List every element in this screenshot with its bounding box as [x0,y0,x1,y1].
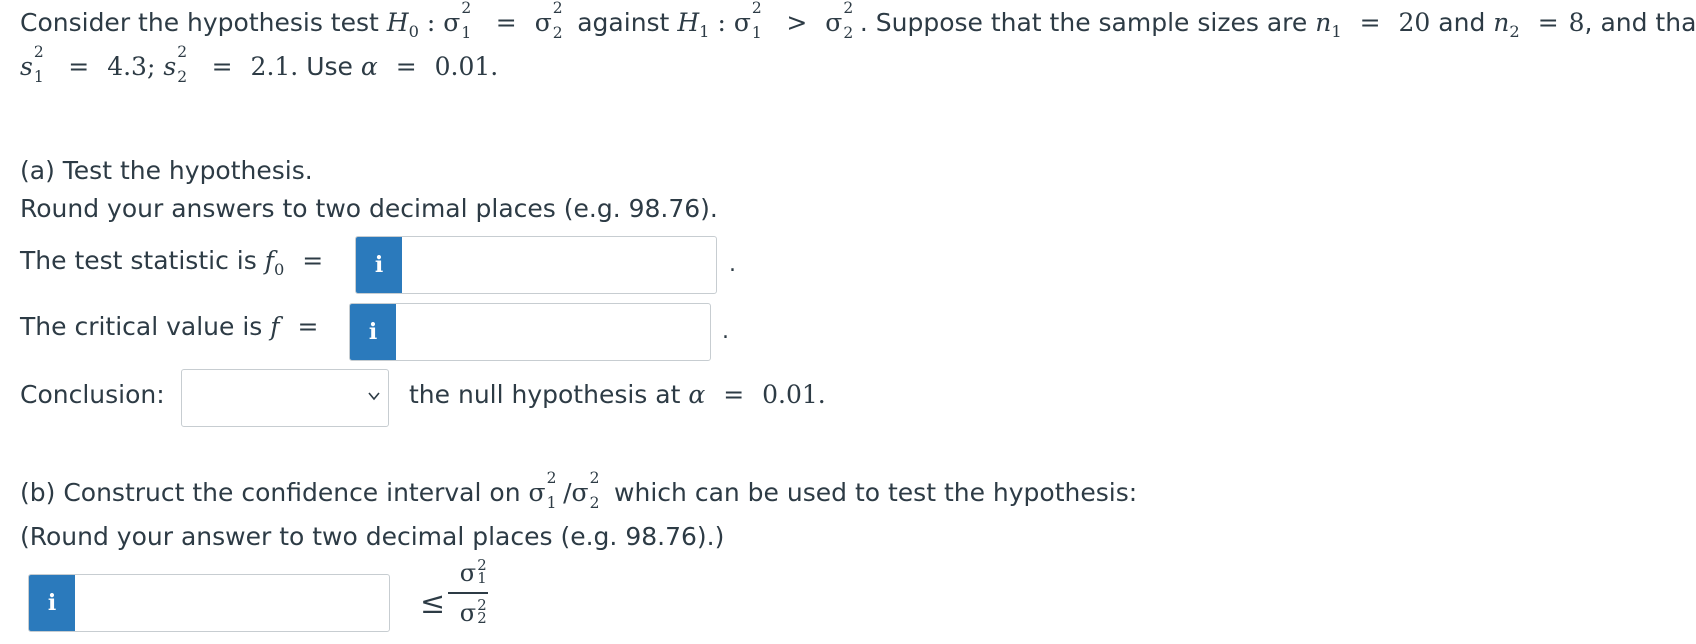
critical-value-label: The critical value is f = [20,312,319,341]
s2-squared: s22 [163,43,188,87]
info-icon[interactable]: i [350,304,396,360]
n1-value: 20 [1398,8,1431,37]
sigma1-squared: σ21 [443,0,472,43]
leq-symbol: ≤ [420,586,446,621]
conclusion-tail: the null hypothesis at α = 0.01. [409,380,826,409]
s1-value: 4.3; [107,52,156,81]
ci-lower-field: i [28,574,390,632]
problem-line-2: s21 = 4.3; s22 = 2.1. Use α = 0.01. [20,43,499,87]
period: . [729,252,736,277]
h0-symbol: H0 [386,8,419,41]
test-statistic-field: i [355,236,717,294]
part-a-title: (a) Test the hypothesis. [20,156,313,185]
problem-line-1: Consider the hypothesis test H0 : σ21 = … [20,0,1696,43]
n2-value: 8 [1568,8,1585,37]
sigma2-squared: σ22 [534,0,563,43]
intro-text: Consider the hypothesis test [20,8,379,37]
part-b-round-note: (Round your answer to two decimal places… [20,522,725,551]
variance-ratio: σ21 σ22 [448,556,488,630]
conclusion-dropdown[interactable] [181,369,389,427]
critical-value-field: i [349,303,711,361]
chevron-down-icon [368,392,380,401]
n2-symbol: n2 [1493,8,1520,41]
n1-symbol: n1 [1315,8,1342,41]
part-b-title: (b) Construct the confidence interval on… [20,469,1138,513]
ci-lower-input[interactable] [75,575,389,631]
h1-symbol: H1 [677,8,710,41]
s1-squared: s21 [20,43,44,87]
period: . [722,319,729,344]
alpha-value: 0.01. [434,52,499,81]
s2-value: 2.1. [250,52,299,81]
test-statistic-label: The test statistic is f0 = [20,246,324,279]
conclusion-label: Conclusion: [20,380,165,409]
part-a-round-note: Round your answers to two decimal places… [20,194,718,223]
critical-value-input[interactable] [396,304,710,360]
info-icon[interactable]: i [356,237,402,293]
info-icon[interactable]: i [29,575,75,631]
test-statistic-input[interactable] [402,237,716,293]
